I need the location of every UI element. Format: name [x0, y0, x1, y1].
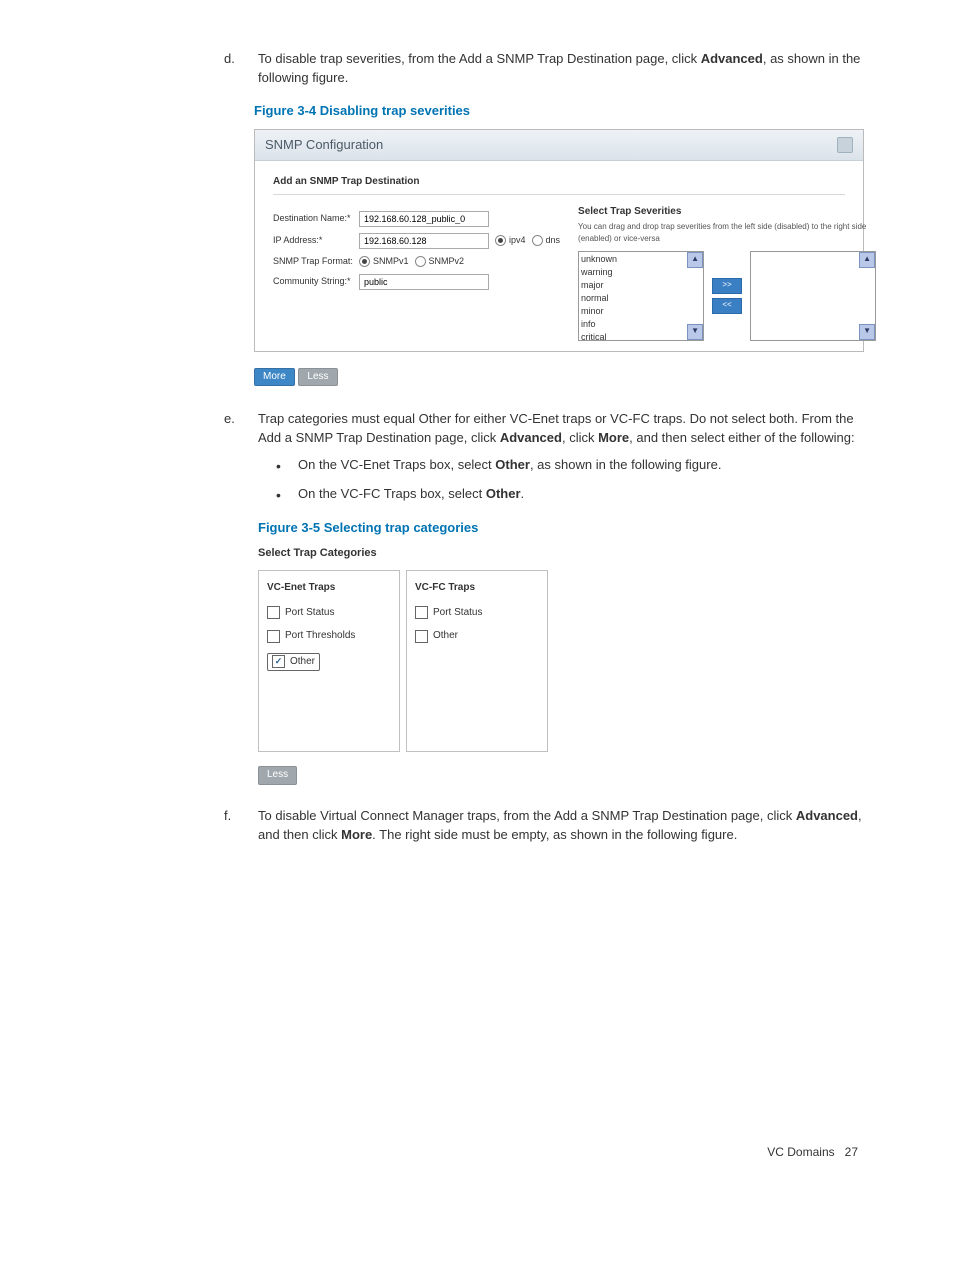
vc-fc-head: VC-FC Traps: [415, 581, 539, 596]
step-f-a: To disable Virtual Connect Manager traps…: [258, 808, 796, 823]
severities-hint: You can drag and drop trap severities fr…: [578, 221, 876, 244]
gear-icon[interactable]: [837, 137, 853, 153]
snmp-config-panel: SNMP Configuration Add an SNMP Trap Dest…: [254, 129, 864, 352]
label-ip: IP Address:*: [273, 234, 359, 247]
less-button[interactable]: Less: [298, 368, 337, 387]
snmpv1-radio[interactable]: SNMPv1: [359, 255, 409, 268]
page-footer: VC Domains 27: [90, 1144, 864, 1161]
dns-label: dns: [546, 234, 561, 247]
sev-item[interactable]: major: [581, 279, 701, 292]
severities-column: Select Trap Severities You can drag and …: [578, 205, 876, 341]
enet-port-thresholds[interactable]: Port Thresholds: [267, 629, 391, 644]
opt-label: Port Status: [433, 606, 482, 621]
label-format: SNMP Trap Format:: [273, 255, 359, 268]
bullet-1b: , as shown in the following figure.: [530, 457, 722, 472]
bullet-icon: [276, 485, 298, 506]
more-button[interactable]: More: [254, 368, 295, 387]
advanced-bold-f: Advanced: [796, 808, 858, 823]
step-d-marker: d.: [220, 50, 258, 88]
snmpv2-radio[interactable]: SNMPv2: [415, 255, 465, 268]
severities-disabled-list[interactable]: ▲ unknown warning major normal minor inf…: [578, 251, 704, 341]
advanced-bold-d: Advanced: [701, 51, 763, 66]
footer-page: 27: [845, 1145, 858, 1159]
severities-title: Select Trap Severities: [578, 205, 876, 220]
opt-label: Port Thresholds: [285, 629, 355, 644]
sev-item[interactable]: normal: [581, 292, 701, 305]
step-e-content: Trap categories must equal Other for eit…: [258, 410, 864, 785]
dns-radio[interactable]: dns: [532, 234, 561, 247]
snmpv1-label: SNMPv1: [373, 255, 409, 268]
scroll-up-icon[interactable]: ▲: [859, 252, 875, 268]
sev-item[interactable]: unknown: [581, 253, 701, 266]
community-string-input[interactable]: [359, 274, 489, 290]
figure-3-5-caption: Figure 3-5 Selecting trap categories: [258, 519, 864, 538]
bullet-icon: [276, 456, 298, 477]
move-left-button[interactable]: <<: [712, 298, 742, 314]
step-d-text: To disable trap severities, from the Add…: [258, 50, 864, 88]
step-d-before: To disable trap severities, from the Add…: [258, 51, 701, 66]
step-e-p1b: , click: [562, 430, 598, 445]
advanced-bold-e: Advanced: [500, 430, 562, 445]
trap-categories-panel: Select Trap Categories VC-Enet Traps Por…: [258, 546, 864, 784]
vc-enet-head: VC-Enet Traps: [267, 581, 391, 596]
snmp-panel-header: SNMP Configuration: [255, 130, 863, 162]
form-left-column: Destination Name:* IP Address:* ipv4 dns…: [273, 205, 560, 341]
destination-name-input[interactable]: [359, 211, 489, 227]
snmp-panel-title: SNMP Configuration: [265, 136, 383, 155]
sev-item[interactable]: critical: [581, 331, 701, 341]
scroll-down-icon[interactable]: ▼: [687, 324, 703, 340]
vc-fc-traps-box: VC-FC Traps Port Status Other: [406, 570, 548, 752]
snmpv2-label: SNMPv2: [429, 255, 465, 268]
trap-categories-title: Select Trap Categories: [258, 546, 864, 562]
label-dest-name: Destination Name:*: [273, 212, 359, 225]
sev-item[interactable]: minor: [581, 305, 701, 318]
bullet-2b: .: [521, 486, 525, 501]
step-f-c: . The right side must be empty, as shown…: [372, 827, 737, 842]
ip-address-input[interactable]: [359, 233, 489, 249]
enet-port-status[interactable]: Port Status: [267, 606, 391, 621]
step-e-marker: e.: [220, 410, 258, 785]
more-bold-f: More: [341, 827, 372, 842]
vc-enet-traps-box: VC-Enet Traps Port Status Port Threshold…: [258, 570, 400, 752]
footer-label: VC Domains: [767, 1145, 834, 1159]
step-f-marker: f.: [220, 807, 258, 845]
opt-label: Other: [433, 629, 458, 644]
step-f-content: To disable Virtual Connect Manager traps…: [258, 807, 864, 845]
label-community: Community String:*: [273, 275, 359, 288]
other-bold-1: Other: [495, 457, 530, 472]
opt-label: Port Status: [285, 606, 334, 621]
bullet-2a: On the VC-FC Traps box, select: [298, 486, 486, 501]
sev-item[interactable]: info: [581, 318, 701, 331]
enet-other[interactable]: Other: [267, 653, 391, 672]
sev-item[interactable]: warning: [581, 266, 701, 279]
step-e-p1c: , and then select either of the followin…: [629, 430, 854, 445]
figure-3-4-caption: Figure 3-4 Disabling trap severities: [254, 102, 864, 121]
other-bold-2: Other: [486, 486, 521, 501]
less-button-2[interactable]: Less: [258, 766, 297, 785]
bullet-1a: On the VC-Enet Traps box, select: [298, 457, 495, 472]
fc-other[interactable]: Other: [415, 629, 539, 644]
ipv4-label: ipv4: [509, 234, 526, 247]
scroll-down-icon[interactable]: ▼: [859, 324, 875, 340]
opt-label: Other: [290, 655, 315, 670]
ipv4-radio[interactable]: ipv4: [495, 234, 526, 247]
snmp-subheading: Add an SNMP Trap Destination: [273, 175, 845, 195]
move-right-button[interactable]: >>: [712, 278, 742, 294]
fc-port-status[interactable]: Port Status: [415, 606, 539, 621]
scroll-up-icon[interactable]: ▲: [687, 252, 703, 268]
severities-enabled-list[interactable]: ▲ ▼: [750, 251, 876, 341]
more-bold-e: More: [598, 430, 629, 445]
